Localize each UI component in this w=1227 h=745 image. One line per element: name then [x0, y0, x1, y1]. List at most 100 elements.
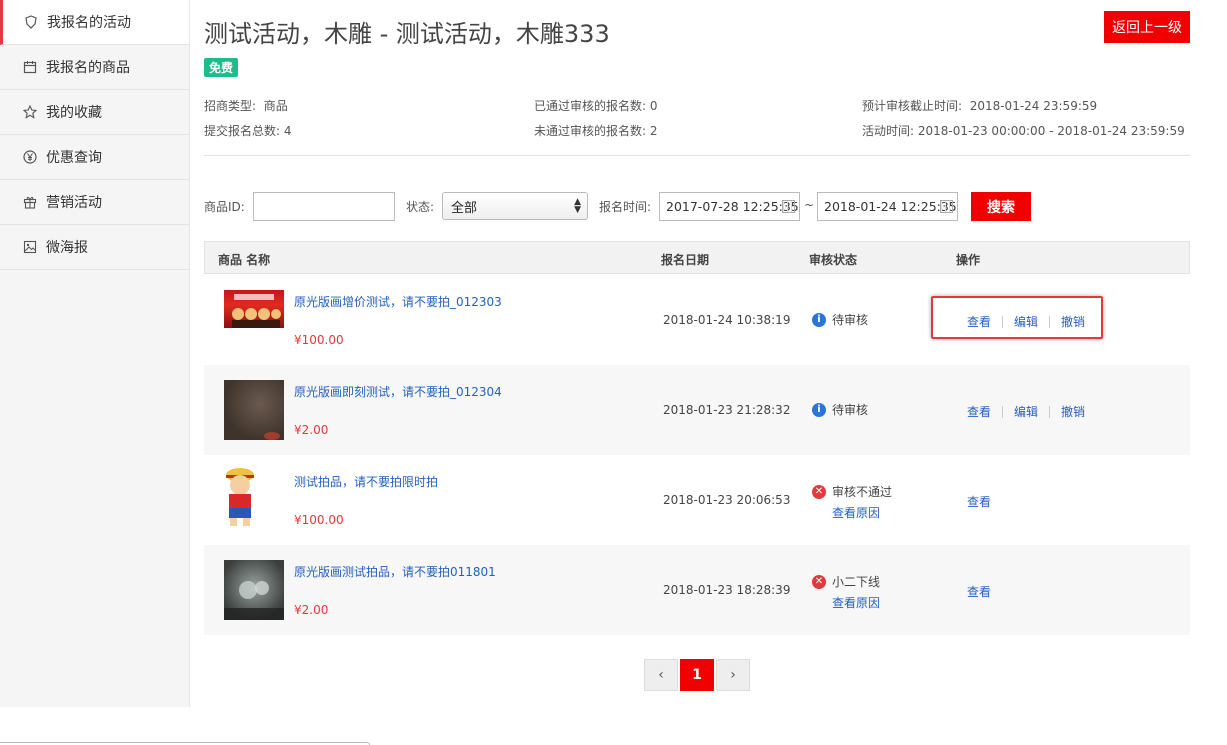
total-submissions: 提交报名总数: 4 [204, 122, 292, 139]
merchant-type-value: 商品 [263, 99, 288, 113]
info-icon: i [812, 312, 826, 327]
start-date-input[interactable]: 2017-07-28 12:25:35 [659, 192, 800, 221]
sidebar-item-label: 我的收藏 [46, 105, 102, 121]
view-reason-link[interactable]: 查看原因 [832, 594, 880, 611]
review-status: i 待审核 [812, 401, 868, 418]
status-text: 审核不通过 [832, 485, 893, 499]
table-header: 商品 名称 报名日期 审核状态 操作 [204, 241, 1190, 274]
failed-count: 未通过审核的报名数: 2 [534, 122, 658, 139]
calendar-icon [22, 59, 38, 75]
signup-date: 2018-01-24 10:38:19 [663, 313, 791, 327]
product-thumbnail[interactable] [224, 560, 284, 620]
pagination: ‹ 1 › [644, 659, 752, 691]
row-actions: 查看 [967, 583, 991, 600]
date-range-separator: ~ [804, 198, 815, 212]
product-thumbnail[interactable] [224, 290, 284, 328]
review-status: i 待审核 [812, 311, 868, 328]
sidebar: 我报名的活动 我报名的商品 我的收藏 优惠查询 营销活动 微海报 [0, 0, 190, 707]
view-link[interactable]: 查看 [967, 403, 991, 420]
sidebar-item-label: 营销活动 [46, 195, 102, 211]
actions-highlight-box [931, 296, 1103, 339]
product-thumbnail[interactable] [220, 465, 260, 529]
product-name-link[interactable]: 原光版画测试拍品，请不要拍011801 [294, 563, 496, 580]
calendar-icon[interactable] [782, 200, 795, 213]
select-arrows-icon: ▲ ▼ [574, 197, 581, 215]
star-icon [22, 104, 38, 120]
sidebar-item-discount-query[interactable]: 优惠查询 [0, 135, 189, 180]
product-price: ¥100.00 [294, 513, 344, 527]
status-select[interactable]: 全部 ▲ ▼ [442, 192, 588, 220]
period-label: 活动时间: [862, 124, 915, 138]
gift-icon [22, 194, 38, 210]
table-row: 原光版画测试拍品，请不要拍011801 ¥2.00 2018-01-23 18:… [204, 545, 1190, 635]
status-select-value: 全部 [451, 200, 478, 216]
product-thumbnail[interactable] [224, 380, 284, 440]
review-status: ✕ 审核不通过 [812, 483, 892, 500]
merchant-type-label: 招商类型: [204, 99, 257, 113]
status-text: 待审核 [832, 313, 869, 327]
total-label: 提交报名总数: [204, 124, 281, 138]
row-actions: 查看 编辑 撤销 [967, 403, 1085, 420]
cancel-link[interactable]: 撤销 [1061, 403, 1085, 420]
product-name-link[interactable]: 原光版画即刻测试，请不要拍_012304 [294, 383, 502, 400]
view-reason-link[interactable]: 查看原因 [832, 504, 880, 521]
passed-label: 已通过审核的报名数: [534, 99, 647, 113]
status-text: 小二下线 [832, 575, 881, 589]
failed-label: 未通过审核的报名数: [534, 124, 647, 138]
failed-value: 2 [649, 124, 658, 138]
sidebar-item-my-activities[interactable]: 我报名的活动 [0, 0, 189, 45]
error-icon: ✕ [812, 574, 826, 589]
end-date-value: 2018-01-24 12:25:35 [824, 199, 957, 214]
sidebar-item-favorites[interactable]: 我的收藏 [0, 90, 189, 135]
sidebar-item-label: 优惠查询 [46, 150, 102, 166]
column-header-status: 审核状态 [809, 253, 858, 267]
search-button[interactable]: 搜索 [971, 192, 1031, 221]
sidebar-item-label: 我报名的活动 [47, 15, 131, 31]
next-page-button[interactable]: › [716, 659, 750, 691]
table-row: 测试拍品，请不要拍限时拍 ¥100.00 2018-01-23 20:06:53… [204, 455, 1190, 545]
merchant-type: 招商类型: 商品 [204, 97, 288, 114]
passed-count: 已通过审核的报名数: 0 [534, 97, 658, 114]
sidebar-item-my-products[interactable]: 我报名的商品 [0, 45, 189, 90]
product-price: ¥100.00 [294, 333, 344, 347]
signup-date: 2018-01-23 21:28:32 [663, 403, 791, 417]
signup-date: 2018-01-23 20:06:53 [663, 493, 791, 507]
page-button-current[interactable]: 1 [680, 659, 714, 691]
view-link[interactable]: 查看 [967, 583, 991, 600]
column-header-product: 商品 名称 [218, 253, 271, 267]
passed-value: 0 [649, 99, 658, 113]
image-icon [22, 239, 38, 255]
sidebar-item-label: 我报名的商品 [46, 60, 130, 76]
product-price: ¥2.00 [294, 423, 329, 437]
end-date-input[interactable]: 2018-01-24 12:25:35 [817, 192, 958, 221]
separator [1002, 405, 1004, 418]
calendar-icon[interactable] [940, 200, 953, 213]
signup-date: 2018-01-23 18:28:39 [663, 583, 791, 597]
activity-period: 活动时间: 2018-01-23 00:00:00 - 2018-01-24 2… [862, 122, 1185, 139]
product-name-link[interactable]: 测试拍品，请不要拍限时拍 [294, 473, 438, 490]
info-icon: i [812, 402, 826, 417]
row-actions: 查看 [967, 493, 991, 510]
review-deadline: 预计审核截止时间: 2018-01-24 23:59:59 [862, 97, 1097, 114]
column-header-actions: 操作 [956, 253, 981, 267]
product-id-label: 商品ID: [204, 200, 245, 214]
period-value: 2018-01-23 00:00:00 - 2018-01-24 23:59:5… [917, 124, 1185, 138]
status-label: 状态: [406, 200, 435, 214]
start-date-value: 2017-07-28 12:25:35 [666, 199, 799, 214]
sidebar-item-label: 微海报 [46, 240, 88, 256]
error-icon: ✕ [812, 484, 826, 499]
product-id-input[interactable] [253, 192, 395, 221]
edit-link[interactable]: 编辑 [1014, 403, 1038, 420]
page-title: 测试活动，木雕 - 测试活动，木雕333 [204, 20, 610, 48]
view-link[interactable]: 查看 [967, 493, 991, 510]
deadline-label: 预计审核截止时间: [862, 99, 963, 113]
sidebar-item-marketing[interactable]: 营销活动 [0, 180, 189, 225]
divider [204, 155, 1190, 156]
back-button[interactable]: 返回上一级 [1104, 11, 1190, 43]
column-header-date: 报名日期 [661, 253, 710, 267]
signup-time-label: 报名时间: [599, 200, 652, 214]
product-name-link[interactable]: 原光版画增价测试，请不要拍_012303 [294, 293, 502, 310]
total-value: 4 [283, 124, 292, 138]
sidebar-item-micro-poster[interactable]: 微海报 [0, 225, 189, 270]
prev-page-button[interactable]: ‹ [644, 659, 678, 691]
